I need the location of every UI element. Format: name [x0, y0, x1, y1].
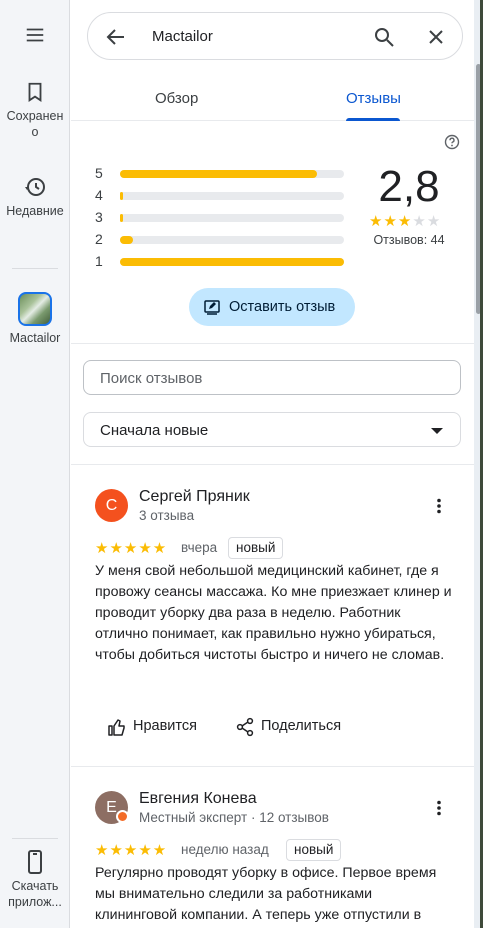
search-icon[interactable]: [372, 25, 396, 49]
place-panel: Mactailor Обзор Отзывы 54321 2,8 ★★★★★ О…: [71, 0, 474, 928]
review-stars: ★★★★★: [95, 842, 168, 859]
average-stars: ★★★★★: [369, 212, 441, 230]
rating-bar-fill: [120, 214, 124, 222]
like-label: Нравится: [133, 718, 197, 734]
rating-bar-label: 5: [95, 165, 103, 181]
reviewer-meta: 3 отзыва: [139, 508, 195, 523]
search-query[interactable]: Mactailor: [152, 28, 213, 45]
tab-reviews[interactable]: Отзывы: [346, 90, 401, 107]
rating-bar-label: 1: [95, 253, 103, 269]
reviewer-avatar[interactable]: С: [95, 489, 128, 522]
recent-button[interactable]: Недавние: [0, 175, 70, 219]
rating-bar-track: [120, 214, 344, 222]
new-badge: новый: [286, 839, 342, 861]
sort-selected-value: Сначала новые: [100, 422, 209, 439]
write-review-label: Оставить отзыв: [229, 299, 336, 315]
rating-bar-label: 4: [95, 187, 103, 203]
history-icon: [25, 178, 45, 196]
divider: [71, 343, 474, 344]
more-options-icon[interactable]: [430, 497, 448, 515]
rating-bar-label: 2: [95, 231, 103, 247]
place-label: Mactailor: [9, 331, 61, 345]
write-review-button[interactable]: Оставить отзыв: [189, 288, 355, 326]
rating-bar-fill: [120, 236, 134, 244]
dropdown-arrow-icon: [431, 428, 443, 434]
share-icon: [236, 717, 254, 737]
bookmark-icon: [28, 82, 42, 102]
review-date: неделю назад: [181, 842, 269, 857]
thumbs-up-icon: [108, 719, 125, 736]
rating-bar-fill: [120, 258, 344, 266]
review-text: Регулярно проводят уборку в офисе. Перво…: [95, 865, 437, 923]
download-app-button[interactable]: Скачать прилож...: [0, 850, 70, 910]
star-icon: ★: [369, 213, 384, 230]
close-icon[interactable]: [424, 25, 448, 49]
active-tab-indicator: [346, 118, 400, 121]
recent-label: Недавние: [6, 204, 64, 218]
rail-divider-bottom: [12, 838, 58, 839]
tab-overview[interactable]: Обзор: [155, 90, 198, 107]
reviewer-meta: Местный эксперт · 12 отзывов: [139, 810, 329, 825]
rating-bar-track: [120, 236, 344, 244]
search-box[interactable]: Mactailor: [87, 12, 463, 60]
share-label: Поделиться: [261, 718, 342, 734]
phone-icon: [28, 850, 42, 874]
tab-bar: Обзор Отзывы: [71, 78, 474, 121]
review-stars: ★★★★★: [95, 540, 168, 557]
review-card: С Сергей Пряник 3 отзыва ★★★★★ вчера нов…: [71, 465, 474, 765]
more-options-icon[interactable]: [430, 799, 448, 817]
rating-bar-fill: [120, 192, 124, 200]
review-search-input[interactable]: Поиск отзывов: [83, 360, 461, 395]
star-icon: ★: [383, 213, 398, 230]
back-arrow-icon[interactable]: [104, 25, 128, 49]
star-icon: ★: [412, 213, 427, 230]
review-count: Отзывов: 44: [373, 233, 445, 247]
reviewer-name[interactable]: Сергей Пряник: [139, 488, 250, 506]
star-icon: ★: [426, 213, 442, 230]
new-badge: новый: [228, 537, 284, 559]
rating-bar-track: [120, 192, 344, 200]
download-label: Скачать прилож...: [8, 879, 62, 909]
review-date: вчера: [181, 540, 218, 555]
local-guide-badge-icon: [116, 810, 129, 823]
edit-review-icon: [204, 300, 220, 315]
sort-select[interactable]: Сначала новые: [83, 412, 461, 447]
rating-bar-label: 3: [95, 209, 103, 225]
review-card: Е Евгения Конева Местный эксперт · 12 от…: [71, 767, 474, 928]
saved-label: Сохранено: [6, 109, 64, 139]
menu-button[interactable]: [0, 24, 70, 50]
average-rating: 2,8: [378, 162, 440, 211]
help-icon[interactable]: [444, 134, 460, 150]
menu-icon: [26, 28, 44, 42]
rating-bar-fill: [120, 170, 318, 178]
left-rail: Сохранено Недавние Mactailor Скачать при…: [0, 0, 70, 928]
review-search-placeholder: Поиск отзывов: [100, 370, 203, 387]
reviewer-name[interactable]: Евгения Конева: [139, 790, 257, 808]
place-thumbnail: [18, 292, 52, 326]
rating-bar-track: [120, 258, 344, 266]
rating-bar-track: [120, 170, 344, 178]
rail-divider: [12, 268, 58, 269]
star-icon: ★: [397, 213, 413, 230]
review-text: У меня свой небольшой медицинский кабине…: [95, 563, 452, 663]
saved-button[interactable]: Сохранено: [0, 80, 70, 140]
recent-place-button[interactable]: Mactailor: [0, 292, 70, 346]
